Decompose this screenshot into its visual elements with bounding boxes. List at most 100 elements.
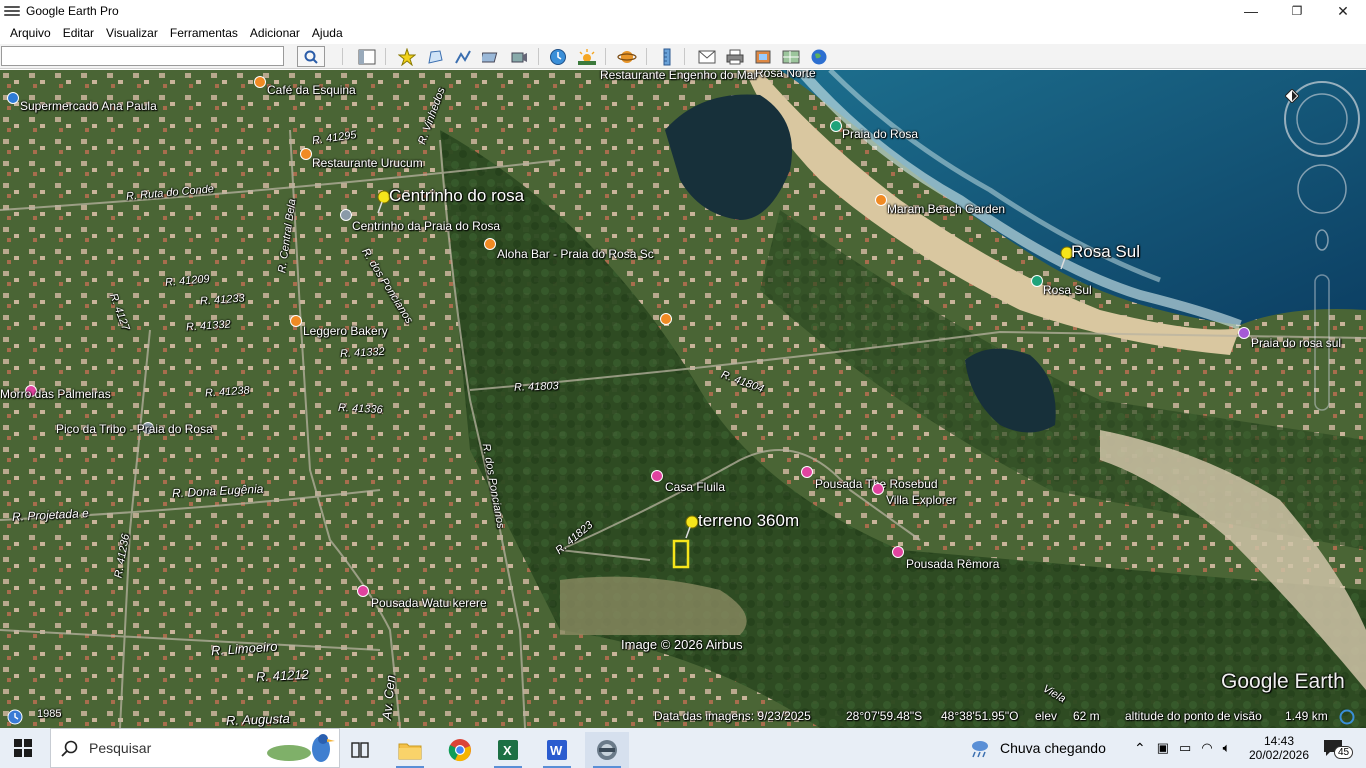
- navigation-controls[interactable]: [1282, 80, 1362, 420]
- menu-ajuda[interactable]: Ajuda: [312, 26, 343, 40]
- volume-icon[interactable]: 🔈︎: [1223, 740, 1231, 756]
- ruler-button[interactable]: [656, 47, 678, 67]
- poi-marker[interactable]: [484, 238, 496, 250]
- add-path-button[interactable]: [452, 47, 474, 67]
- notification-count-badge: 45: [1334, 746, 1354, 759]
- poi-marker[interactable]: [340, 209, 352, 221]
- menu-editar[interactable]: Editar: [63, 26, 94, 40]
- streaming-status-icon: [1339, 709, 1355, 725]
- menu-arquivo[interactable]: Arquivo: [10, 26, 51, 40]
- google-earth-icon: [597, 740, 617, 760]
- excel-button[interactable]: X: [486, 732, 530, 768]
- map-label[interactable]: Praia do Rosa: [842, 127, 918, 141]
- title-bar: Google Earth Pro — ❐ ✕: [0, 0, 1366, 22]
- path-icon: [455, 50, 471, 64]
- map-label[interactable]: Villa Explorer: [886, 493, 956, 507]
- poi-marker[interactable]: [892, 546, 904, 558]
- clock[interactable]: 14:43 20/02/2026: [1248, 728, 1310, 768]
- clock-date: 20/02/2026: [1248, 748, 1310, 762]
- google-earth-app-icon: [4, 4, 20, 18]
- map-label[interactable]: Supermercado Ana Paula: [20, 99, 157, 113]
- map-label[interactable]: Restaurante Engenho do Mar: [600, 70, 757, 82]
- chrome-button[interactable]: [438, 732, 482, 768]
- search-input[interactable]: [1, 46, 284, 66]
- add-polygon-button[interactable]: [424, 47, 446, 67]
- taskbar-search-box[interactable]: Pesquisar: [50, 728, 340, 768]
- map-label[interactable]: Maram Beach Garden: [887, 202, 1005, 216]
- search-button[interactable]: [297, 46, 325, 67]
- poi-marker[interactable]: [651, 470, 663, 482]
- poi-marker[interactable]: [1031, 275, 1043, 287]
- menu-visualizar[interactable]: Visualizar: [106, 26, 158, 40]
- earth-button[interactable]: [808, 47, 830, 67]
- poi-marker[interactable]: [1238, 327, 1250, 339]
- map-view[interactable]: Restaurante Engenho do Mar Rosa Norte Su…: [0, 70, 1366, 728]
- notification-center-button[interactable]: 45: [1322, 728, 1354, 768]
- map-label[interactable]: Café da Esquina: [267, 83, 356, 97]
- file-explorer-button[interactable]: [388, 732, 432, 768]
- imagery-date: Data das imagens: 9/23/2025: [654, 709, 811, 723]
- print-button[interactable]: [724, 47, 746, 67]
- map-label[interactable]: Centrinho da Praia do Rosa: [352, 219, 500, 233]
- task-view-button[interactable]: [338, 732, 382, 768]
- sidebar-toggle-button[interactable]: [356, 47, 378, 67]
- network-device-icon[interactable]: ▣: [1157, 740, 1169, 756]
- battery-icon[interactable]: ▭: [1179, 740, 1191, 756]
- record-tour-button[interactable]: [508, 47, 530, 67]
- placemark-label[interactable]: Centrinho do rosa: [389, 186, 524, 206]
- map-label[interactable]: Pousada Rêmora: [906, 557, 999, 571]
- placemark-icon: [398, 48, 416, 66]
- map-label[interactable]: Rosa Norte: [755, 70, 816, 80]
- add-placemark-button[interactable]: [396, 47, 418, 67]
- email-button[interactable]: [696, 47, 718, 67]
- map-icon: [782, 50, 800, 64]
- sunlight-button[interactable]: [576, 47, 598, 67]
- close-button[interactable]: ✕: [1320, 0, 1366, 22]
- add-overlay-button[interactable]: [480, 47, 502, 67]
- map-label[interactable]: Rosa Sul: [1043, 283, 1092, 297]
- poi-marker[interactable]: [7, 92, 19, 104]
- map-label[interactable]: Restaurante Urucum: [312, 156, 423, 170]
- historical-imagery-button[interactable]: [547, 47, 569, 67]
- toolbar-separator: [605, 48, 606, 65]
- windows-start-icon[interactable]: [14, 739, 32, 757]
- menu-ferramentas[interactable]: Ferramentas: [170, 26, 238, 40]
- view-in-maps-button[interactable]: [780, 47, 802, 67]
- historical-imagery-icon[interactable]: [4, 708, 26, 726]
- poi-marker[interactable]: [801, 466, 813, 478]
- google-earth-watermark: Google Earth: [1221, 670, 1345, 693]
- poi-marker[interactable]: [254, 76, 266, 88]
- minimize-button[interactable]: —: [1228, 0, 1274, 22]
- poi-marker[interactable]: [300, 148, 312, 160]
- map-label[interactable]: Pousada Watu kerere: [371, 596, 487, 610]
- north-reset-icon[interactable]: [1285, 89, 1299, 103]
- poi-marker[interactable]: [875, 194, 887, 206]
- save-image-button[interactable]: [752, 47, 774, 67]
- poi-marker[interactable]: [830, 120, 842, 132]
- placemark-label[interactable]: terreno 360m: [698, 511, 799, 531]
- windows-taskbar: Pesquisar X W Chuva chegando ⌃ ▣ ▭ ◠ 🔈︎ …: [0, 728, 1366, 768]
- google-earth-taskbar-button[interactable]: [585, 732, 629, 768]
- maximize-button[interactable]: ❐: [1274, 0, 1320, 22]
- poi-marker[interactable]: [872, 483, 884, 495]
- window-title: Google Earth Pro: [26, 4, 119, 18]
- map-label[interactable]: Casa Fluila: [665, 480, 725, 494]
- map-label[interactable]: Aloha Bar - Praia do Rosa Sc: [497, 247, 654, 261]
- map-label[interactable]: Pico da Tribo - Praia do Rosa: [56, 422, 213, 436]
- poi-marker[interactable]: [660, 313, 672, 325]
- word-button[interactable]: W: [535, 732, 579, 768]
- planets-button[interactable]: [616, 47, 638, 67]
- weather-widget[interactable]: Chuva chegando: [968, 728, 1106, 768]
- chevron-up-icon[interactable]: ⌃: [1134, 740, 1146, 757]
- poi-marker[interactable]: [357, 585, 369, 597]
- save-image-icon: [755, 50, 771, 64]
- window-controls: — ❐ ✕: [1228, 0, 1366, 22]
- placemark-label[interactable]: Rosa Sul: [1071, 242, 1140, 262]
- menu-adicionar[interactable]: Adicionar: [250, 26, 300, 40]
- map-label[interactable]: Leggero Bakery: [303, 324, 388, 338]
- wifi-icon[interactable]: ◠: [1201, 740, 1212, 756]
- terreno-polygon[interactable]: [672, 539, 692, 571]
- map-label[interactable]: Morro das Palmeiras: [0, 387, 111, 401]
- envelope-icon: [698, 50, 716, 64]
- poi-marker[interactable]: [290, 315, 302, 327]
